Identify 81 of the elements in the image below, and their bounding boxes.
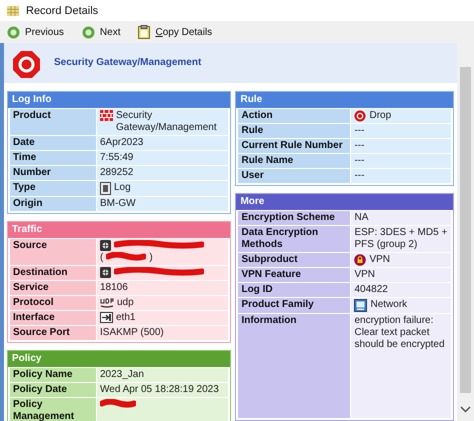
clipboard-icon [138, 25, 150, 39]
field-value: NA [354, 212, 368, 224]
section-title: More [236, 194, 453, 210]
section-title: Traffic [8, 222, 230, 238]
field-label: Product [10, 109, 96, 135]
stop-icon [13, 51, 40, 78]
field-value: Security Gateway/Management [116, 110, 218, 134]
field-label: Service [10, 281, 96, 295]
field-value: --- [354, 125, 364, 137]
field-label: Number [10, 166, 96, 180]
table-icon [7, 6, 19, 16]
field-label: Policy Name [10, 368, 96, 382]
field-label: User [238, 169, 350, 183]
firewall-icon [100, 110, 113, 121]
field-value: Network [370, 299, 408, 311]
field-value: 7:55:49 [100, 152, 134, 164]
drop-icon [354, 110, 366, 122]
field-value: encryption failure: Clear text packet should be encrypted [354, 315, 446, 351]
field-label: Subproduct [238, 253, 350, 267]
field-value: Drop [369, 110, 392, 122]
field-label: Rule [238, 124, 350, 138]
forward-icon [82, 26, 95, 38]
host-icon [100, 267, 111, 278]
field-label: VPN Feature [238, 268, 350, 282]
field-value: --- [354, 155, 364, 167]
lock-icon [354, 254, 366, 266]
toolbar-button[interactable]: Previous [5, 24, 66, 40]
bracket-text: ) [149, 252, 153, 264]
redaction-mark [106, 252, 146, 261]
field-label: Rule Name [238, 154, 350, 168]
field-value: 404822 [354, 284, 388, 296]
interface-icon [100, 312, 113, 323]
field-value: Wed Apr 05 18:28:19 2023 [100, 384, 219, 396]
scroll-thumb[interactable] [460, 67, 471, 393]
field-label: Date [10, 136, 96, 150]
back-icon [7, 26, 20, 38]
field-value: --- [354, 140, 364, 152]
section-title: Policy [8, 351, 230, 367]
field-value: eth1 [116, 312, 136, 324]
field-value: VPN [369, 254, 390, 266]
field-label: Time [10, 151, 96, 165]
section-title: Rule [236, 92, 453, 108]
field-label: Destination [10, 266, 96, 280]
field-label: Information [238, 314, 350, 418]
scrollbar[interactable] [457, 43, 474, 421]
section-title: Log Info [8, 92, 230, 108]
field-label: Source Port [10, 326, 96, 340]
field-label: Product Family [238, 298, 350, 313]
field-label: Protocol [10, 296, 96, 310]
field-label: Log ID [238, 283, 350, 297]
field-value: 18106 [100, 282, 128, 294]
field-label: Origin [10, 197, 96, 211]
toolbar-button[interactable]: Copy Details [136, 23, 214, 41]
protocol-icon [100, 297, 114, 308]
field-label: Source [10, 239, 96, 265]
toolbar-button[interactable]: Next [80, 24, 122, 40]
field-label: Policy Date [10, 383, 96, 397]
field-value: Log [114, 182, 131, 194]
bracket-text: ( [100, 252, 104, 264]
field-value: 289252 [100, 167, 134, 179]
field-value: udp [117, 297, 134, 309]
field-value: 2023_Jan [100, 369, 144, 381]
window-title: Record Details [26, 4, 98, 16]
field-label: Current Rule Number [238, 139, 350, 153]
field-value: VPN [354, 269, 376, 281]
field-label: Interface [10, 311, 96, 325]
record-title: Security Gateway/Management [54, 57, 202, 68]
field-value: ESP: 3DES + MD5 + PFS (group 2) [354, 227, 448, 251]
network-icon [354, 299, 368, 312]
field-label: Policy Management [10, 398, 96, 421]
field-label: Type [10, 181, 96, 196]
field-label: Encryption Scheme [238, 211, 350, 225]
field-label: Action [238, 109, 350, 123]
field-label: Data Encryption Methods [238, 226, 350, 252]
host-icon [100, 240, 111, 251]
field-value: --- [354, 170, 364, 182]
chevron-down-icon[interactable] [460, 406, 471, 413]
field-value: BM-GW [100, 198, 136, 210]
document-icon [100, 182, 111, 195]
field-value: ISAKMP (500) [100, 327, 164, 339]
field-value: 6Apr2023 [100, 137, 144, 149]
